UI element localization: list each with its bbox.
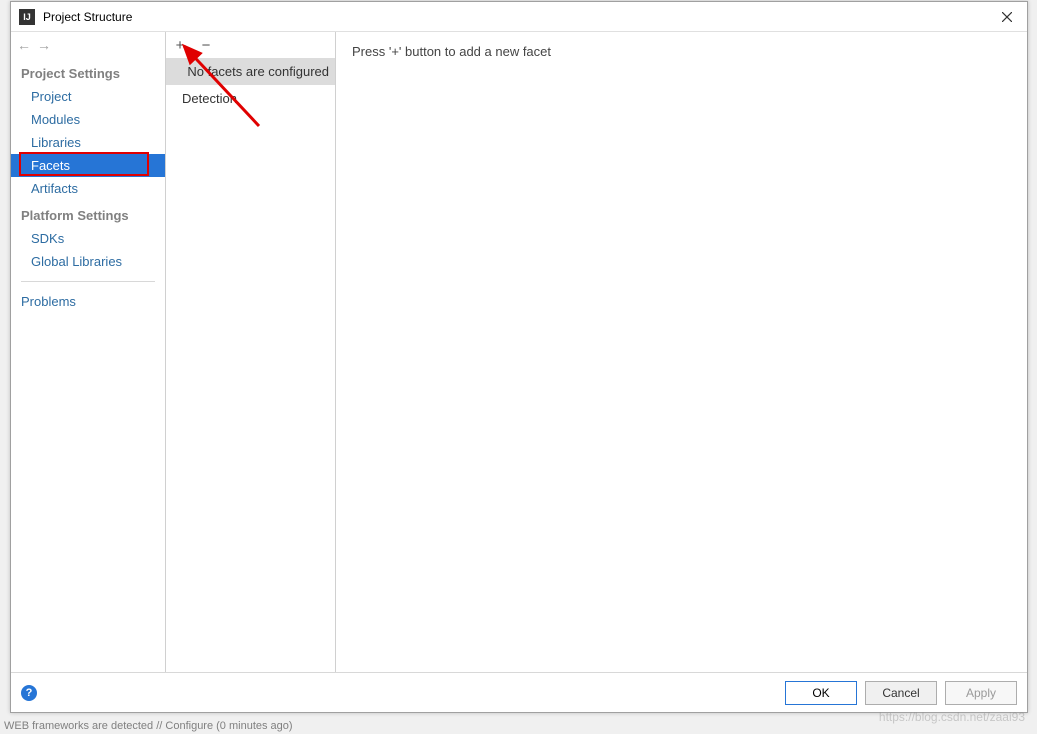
facets-empty-row[interactable]: No facets are configured — [166, 58, 335, 85]
window-close-button[interactable] — [987, 2, 1027, 32]
facets-list: No facets are configured Detection — [166, 58, 335, 672]
facets-detection-row[interactable]: Detection — [166, 85, 335, 112]
cancel-label: Cancel — [882, 686, 919, 700]
nav-divider — [21, 281, 155, 282]
hint-text: Press '+' button to add a new facet — [352, 44, 1011, 59]
dialog-footer: ? OK Cancel Apply — [11, 672, 1027, 712]
nav-item-modules[interactable]: Modules — [11, 108, 165, 131]
platform-settings-header: Platform Settings — [11, 200, 165, 227]
app-icon: IJ — [19, 9, 35, 25]
nav-item-global-libraries[interactable]: Global Libraries — [11, 250, 165, 273]
project-structure-dialog: IJ Project Structure ← → Project Setting… — [10, 1, 1028, 713]
nav-item-facets[interactable]: Facets — [11, 154, 165, 177]
help-icon: ? — [26, 687, 33, 699]
apply-button: Apply — [945, 681, 1017, 705]
help-button[interactable]: ? — [21, 685, 37, 701]
close-icon — [1002, 12, 1012, 22]
nav-item-project[interactable]: Project — [11, 85, 165, 108]
nav-item-problems[interactable]: Problems — [11, 290, 165, 313]
ide-status-bar-fragment: WEB frameworks are detected // Configure… — [0, 720, 1037, 734]
nav-item-artifacts[interactable]: Artifacts — [11, 177, 165, 200]
nav-back-button[interactable]: ← — [17, 37, 31, 53]
facets-list-panel: + − No facets are configured Detection — [166, 32, 336, 672]
ok-label: OK — [812, 686, 829, 700]
cancel-button[interactable]: Cancel — [865, 681, 937, 705]
window-title: Project Structure — [43, 10, 987, 24]
remove-facet-button[interactable]: − — [196, 35, 216, 55]
title-bar: IJ Project Structure — [11, 2, 1027, 32]
project-settings-header: Project Settings — [11, 58, 165, 85]
apply-label: Apply — [966, 686, 996, 700]
facets-toolbar: + − — [166, 32, 335, 58]
facet-details-panel: Press '+' button to add a new facet — [336, 32, 1027, 672]
add-facet-button[interactable]: + — [170, 35, 190, 55]
settings-nav-panel: ← → Project Settings Project Modules Lib… — [11, 32, 166, 672]
ok-button[interactable]: OK — [785, 681, 857, 705]
nav-history-controls: ← → — [11, 32, 165, 58]
nav-forward-button[interactable]: → — [37, 37, 51, 53]
nav-item-libraries[interactable]: Libraries — [11, 131, 165, 154]
nav-item-sdks[interactable]: SDKs — [11, 227, 165, 250]
dialog-body: ← → Project Settings Project Modules Lib… — [11, 32, 1027, 672]
plus-icon: + — [176, 37, 185, 54]
minus-icon: − — [202, 37, 211, 54]
